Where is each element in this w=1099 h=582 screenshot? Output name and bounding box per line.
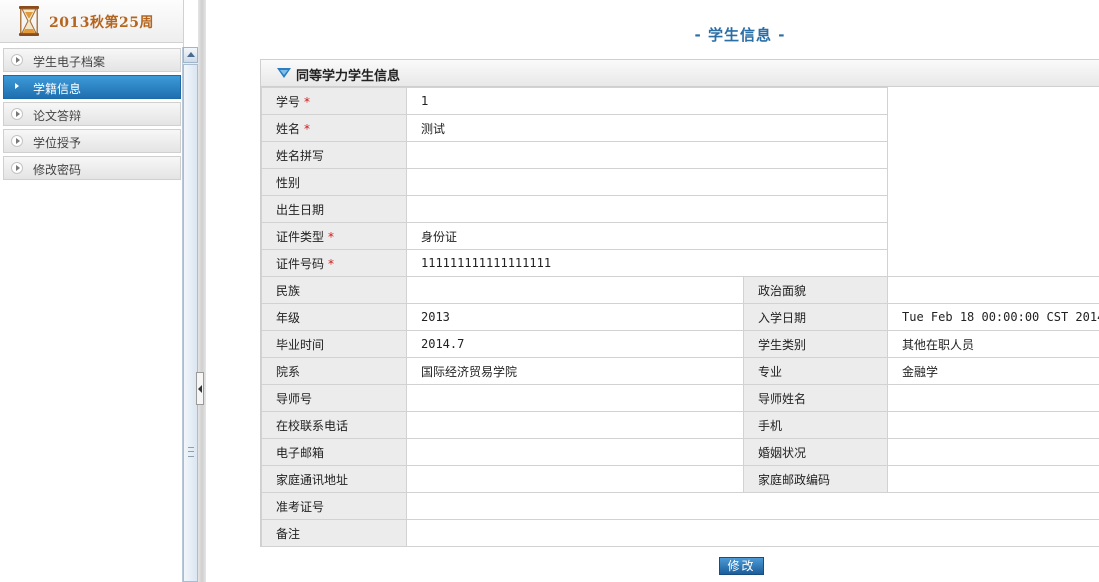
required-mark: * (304, 121, 311, 136)
logo-bar: 2013秋第25周 (0, 0, 183, 43)
field-label: 在校联系电话 (261, 411, 407, 439)
campus-phone-value (406, 411, 744, 439)
scrollbar-thumb[interactable] (183, 64, 198, 582)
sidebar-item-label: 修改密码 (33, 163, 82, 177)
required-mark: * (328, 256, 335, 271)
exam-ticket-value (405, 492, 1099, 520)
field-label: 准考证号 (261, 492, 407, 520)
field-label: 年级 (261, 303, 407, 331)
name-pinyin-value (405, 141, 889, 169)
marital-value (887, 438, 1099, 466)
panel-header-icon (277, 68, 291, 78)
student-info-panel: 同等学力学生信息 学号 * 1 姓名 * 测试 姓名拼写 性别 出生日期 证件类型 * (260, 59, 1099, 547)
sidebar-item-change-password[interactable]: 修改密码 (3, 156, 181, 180)
field-label: 家庭邮政编码 (742, 465, 889, 493)
panel-header: 同等学力学生信息 (261, 59, 1099, 87)
edit-button[interactable]: 修改 (719, 557, 764, 575)
student-type-value: 其他在职人员 (887, 330, 1099, 358)
id-number-value: 111111111111111111 (405, 249, 889, 277)
field-label: 备注 (261, 519, 407, 547)
grad-time-value: 2014.7 (406, 330, 744, 358)
table-row: 电子邮箱 婚姻状况 (261, 438, 1099, 466)
student-id-value: 1 (405, 87, 889, 115)
ethnicity-value (406, 276, 744, 304)
nav-bullet-icon (11, 54, 23, 66)
field-label: 毕业时间 (261, 330, 407, 358)
sidebar-scrollbar[interactable] (182, 47, 198, 582)
splitter[interactable] (198, 0, 206, 582)
mobile-value (887, 411, 1099, 439)
enroll-date-value: Tue Feb 18 00:00:00 CST 2014 (887, 303, 1099, 331)
field-label: 证件号码 * (261, 249, 407, 277)
field-label: 导师姓名 (742, 384, 889, 412)
email-value (406, 438, 744, 466)
required-mark: * (304, 94, 311, 109)
student-info-table: 学号 * 1 姓名 * 测试 姓名拼写 性别 出生日期 证件类型 * 身份证 证件号码… (261, 87, 1099, 547)
field-label: 导师号 (261, 384, 407, 412)
table-row: 学号 * 1 (261, 87, 1099, 277)
required-mark: * (328, 229, 335, 244)
gender-value (405, 168, 889, 196)
sidebar-item-label: 学籍信息 (33, 82, 82, 96)
sidebar-item-label: 学生电子档案 (33, 55, 106, 69)
sidebar-item-degree-award[interactable]: 学位授予 (3, 129, 181, 153)
field-label: 电子邮箱 (261, 438, 407, 466)
term-week-title: 2013秋第25周 (49, 15, 154, 31)
field-label: 专业 (742, 357, 889, 385)
nav-bullet-icon (11, 108, 23, 120)
table-row: 家庭通讯地址 家庭邮政编码 (261, 465, 1099, 493)
sidebar: 2013秋第25周 学生电子档案 学籍信息 论文答辩 学位授予 修改密码 (0, 0, 184, 582)
field-label: 学生类别 (742, 330, 889, 358)
hourglass-icon (19, 6, 39, 36)
field-label: 手机 (742, 411, 889, 439)
panel-title: 同等学力学生信息 (296, 69, 401, 84)
collapse-arrow-icon[interactable] (196, 372, 204, 405)
scrollbar-grip (188, 447, 194, 457)
home-address-value (406, 465, 744, 493)
table-row: 年级 2013 入学日期 Tue Feb 18 00:00:00 CST 201… (261, 303, 1099, 331)
birth-date-value (405, 195, 889, 223)
department-value: 国际经济贸易学院 (406, 357, 744, 385)
field-label: 民族 (261, 276, 407, 304)
field-label: 学号 * (261, 87, 407, 115)
field-label: 政治面貌 (742, 276, 889, 304)
table-row: 导师号 导师姓名 (261, 384, 1099, 412)
sidebar-nav: 学生电子档案 学籍信息 论文答辩 学位授予 修改密码 (3, 48, 181, 183)
field-label: 婚姻状况 (742, 438, 889, 466)
major-value: 金融学 (887, 357, 1099, 385)
field-label: 性别 (261, 168, 407, 196)
field-label: 证件类型 * (261, 222, 407, 250)
advisor-name-value (887, 384, 1099, 412)
grade-value: 2013 (406, 303, 744, 331)
political-value (887, 276, 1099, 304)
field-label: 家庭通讯地址 (261, 465, 407, 493)
id-type-value: 身份证 (405, 222, 889, 250)
sidebar-item-label: 学位授予 (33, 136, 82, 150)
home-postcode-value (887, 465, 1099, 493)
table-row: 备注 (261, 519, 1099, 547)
field-label: 姓名拼写 (261, 141, 407, 169)
nav-bullet-icon (11, 81, 23, 93)
advisor-id-value (406, 384, 744, 412)
nav-bullet-icon (11, 162, 23, 174)
nav-bullet-icon (11, 135, 23, 147)
sidebar-item-label: 论文答辩 (33, 109, 82, 123)
field-label: 姓名 * (261, 114, 407, 142)
remarks-value (405, 519, 1099, 547)
name-value: 测试 (405, 114, 889, 142)
field-label: 入学日期 (742, 303, 889, 331)
sidebar-item-student-archive[interactable]: 学生电子档案 (3, 48, 181, 72)
table-row: 毕业时间 2014.7 学生类别 其他在职人员 (261, 330, 1099, 358)
sidebar-item-enrollment-info[interactable]: 学籍信息 (3, 75, 181, 99)
table-row: 准考证号 (261, 492, 1099, 520)
sidebar-item-thesis-defense[interactable]: 论文答辩 (3, 102, 181, 126)
field-label: 出生日期 (261, 195, 407, 223)
photo-area (887, 87, 1099, 277)
scroll-up-icon[interactable] (183, 47, 198, 63)
field-label: 院系 (261, 357, 407, 385)
table-row: 院系 国际经济贸易学院 专业 金融学 (261, 357, 1099, 385)
table-row: 在校联系电话 手机 (261, 411, 1099, 439)
table-row: 民族 政治面貌 (261, 276, 1099, 304)
page-title: - 学生信息 - (694, 26, 786, 44)
